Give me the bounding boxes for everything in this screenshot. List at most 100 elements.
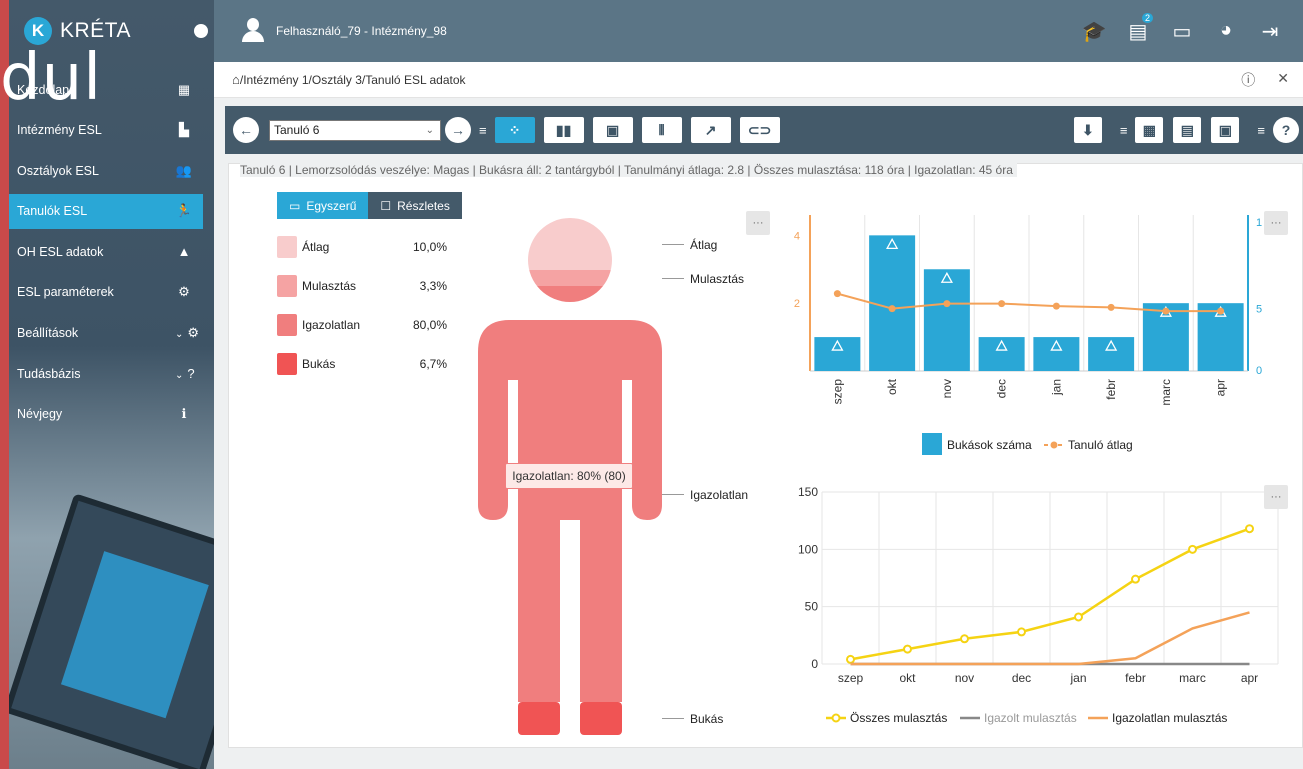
legend-item[interactable]: Mulasztás 3,3% — [277, 275, 447, 297]
sidebar-toggle-dot[interactable] — [194, 24, 208, 38]
x-tick: febr — [1125, 671, 1146, 685]
sidebar-item-7[interactable]: Tudásbázis ⌄? — [9, 356, 203, 391]
legend-item[interactable]: Átlag 10,0% — [277, 236, 447, 258]
brand-name: KRÉTA — [60, 19, 131, 42]
sidebar-item-icon: ▦ — [175, 82, 193, 98]
figure-segment-mulasztas — [528, 270, 612, 286]
table-view-button[interactable]: ▦ — [1135, 117, 1164, 143]
user-avatar-icon[interactable] — [240, 18, 266, 44]
leader-line — [662, 244, 684, 245]
sidebar-item-icon: ⌄? — [175, 366, 195, 381]
legend-label: Átlag — [302, 240, 330, 254]
simple-view-button[interactable]: ▭ Egyszerű — [277, 192, 369, 219]
bar-chart-button[interactable]: ▮▮ — [543, 117, 584, 143]
line-point — [833, 290, 841, 298]
sidebar-item-label: Tudásbázis — [17, 366, 81, 381]
separator-icon: ≡ — [479, 122, 487, 138]
legend-swatch — [922, 433, 942, 455]
home-icon[interactable]: ⌂ — [232, 72, 240, 87]
sidebar-item-3[interactable]: Tanulók ESL 🏃 — [9, 193, 203, 229]
chart-menu-button[interactable]: ··· — [746, 211, 770, 235]
image-chart-button[interactable]: ▣ — [592, 117, 633, 143]
sidebar-item-8[interactable]: Névjegy ℹ — [9, 397, 203, 432]
y-right-tick: 1 — [1256, 217, 1262, 229]
image-export-button[interactable]: ▣ — [1211, 117, 1240, 143]
detailed-view-label: Részletes — [397, 198, 450, 213]
legend-value: 6,7% — [419, 357, 447, 371]
simple-view-label: Egyszerű — [306, 198, 357, 213]
chevron-down-icon: ⌄ — [175, 329, 184, 341]
document-button[interactable]: ▤ — [1173, 117, 1202, 143]
legend-label: Igazolt mulasztás — [984, 711, 1077, 725]
logout-icon[interactable]: ⇥ — [1257, 19, 1283, 44]
line-point — [1245, 524, 1254, 534]
runner-icon: 🏃 — [175, 203, 193, 219]
figure-segment-igazolatlan-head — [528, 286, 612, 302]
sidebar-item-label: ESL paraméterek — [17, 285, 114, 300]
trend-chart-button[interactable]: ↗ — [690, 117, 731, 143]
x-tick: dec — [1012, 671, 1031, 685]
detailed-view-button[interactable]: ☐ Részletes — [368, 192, 462, 219]
sidebar-item-1[interactable]: Intézmény ESL ▙ — [9, 113, 203, 148]
sidebar-item-5[interactable]: ESL paraméterek ⚙ — [9, 275, 203, 310]
legend-marker — [831, 713, 841, 723]
sidebar-item-6[interactable]: Beállítások ⌄ ⚙ — [9, 316, 203, 351]
line-point — [1052, 302, 1060, 310]
y-tick: 100 — [798, 542, 818, 556]
sidebar-item-2[interactable]: Osztályok ESL 👥 — [9, 153, 203, 188]
prev-student-button[interactable]: ← — [233, 117, 259, 143]
student-select[interactable]: Tanuló 6 ⌄ — [269, 119, 441, 141]
download-button[interactable]: ⬇ — [1073, 117, 1102, 143]
sidebar-item-icon: 👥 — [175, 163, 193, 179]
dashboard-icon: ▦ — [177, 81, 191, 97]
legend-value: 3,3% — [419, 279, 447, 293]
line-point — [903, 644, 912, 654]
legend-swatch — [277, 275, 297, 297]
sidebar-item-label: Tanulók ESL — [17, 204, 88, 219]
line-point — [1107, 303, 1115, 311]
sidebar-item-icon: ⚙ — [175, 284, 193, 300]
legend-label: Bukás — [302, 357, 336, 371]
warning-icon: ▲ — [177, 244, 191, 260]
next-student-button[interactable]: → — [445, 117, 471, 143]
help-circle-icon[interactable]: ⓘ — [1241, 70, 1255, 90]
separator-icon: ≡ — [1257, 122, 1265, 138]
attachment-button[interactable]: ⊂⊃ — [739, 117, 780, 143]
figure-label-igazolatlan: Igazolatlan — [690, 488, 749, 502]
sidebar-item-icon: 🏃 — [175, 203, 193, 219]
legend-item[interactable]: Igazolatlan 80,0% — [277, 314, 447, 336]
line-point — [1188, 544, 1197, 554]
sidebar-item-icon: ▲ — [175, 244, 193, 259]
bar — [923, 269, 970, 371]
bubble-chart-button[interactable]: ⁘ — [494, 117, 535, 143]
sidebar-nav: Kezdőlap ▦ Intézmény ESL ▙ Osztályok ESL 👥 Tan… — [9, 72, 203, 437]
gear-icon: ⚙ — [187, 325, 200, 341]
laptop-icon[interactable]: ▭ — [1169, 19, 1195, 44]
y-left-tick: 4 — [794, 230, 800, 242]
legend-label: Tanuló átlag — [1068, 438, 1133, 452]
wave-chart-button[interactable]: ⦀ — [641, 117, 682, 143]
legend-item[interactable]: Bukás 6,7% — [277, 353, 447, 375]
graduation-cap-icon[interactable]: 🎓 — [1081, 19, 1107, 44]
legend-label: Igazolatlan — [302, 318, 361, 332]
view-toggle: ▭ Egyszerű ☐ Részletes — [277, 192, 462, 219]
tablet-screen — [60, 551, 209, 719]
info-icon: ℹ — [181, 406, 187, 422]
x-tick: szep — [830, 379, 844, 405]
leader-line — [662, 494, 684, 495]
breadcrumb: ⌂ /Intézmény 1/Osztály 3/Tanuló ESL adat… — [214, 62, 1303, 98]
y-tick: 50 — [805, 600, 819, 614]
help-button[interactable]: ? — [1273, 117, 1299, 143]
group-icon: 👥 — [175, 162, 193, 178]
sidebar-item-4[interactable]: OH ESL adatok ▲ — [9, 234, 203, 269]
messages-icon[interactable]: ▤ 2 — [1125, 12, 1153, 44]
line-point — [1017, 627, 1026, 637]
y-right-tick: 0 — [1256, 365, 1262, 377]
user-name[interactable]: Felhasználó_79 - Intézmény_98 — [276, 24, 447, 38]
leader-line — [662, 278, 684, 279]
sidebar-item-label: Intézmény ESL — [17, 123, 102, 138]
x-tick: apr — [1241, 671, 1258, 685]
close-icon[interactable]: ✕ — [1277, 70, 1289, 90]
toolbar: ← Tanuló 6 ⌄ → ≡ ⁘ ▮▮ ▣ ⦀ ↗ ⊂⊃ ⬇ ≡ ▦ ▤ ▣ … — [225, 106, 1303, 154]
palette-icon[interactable]: ◕ — [1213, 19, 1239, 44]
